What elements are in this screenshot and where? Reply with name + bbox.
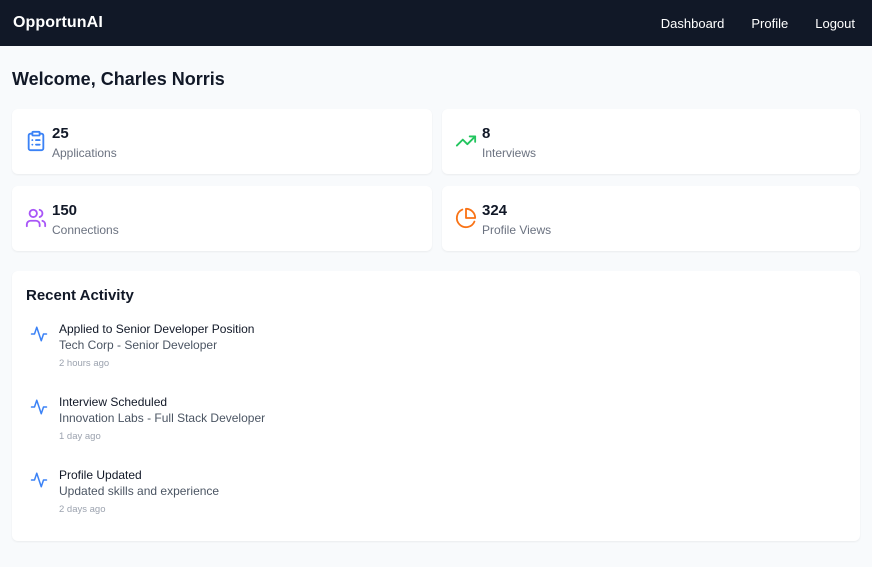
trending-up-icon	[455, 130, 477, 152]
activity-time: 2 hours ago	[59, 358, 110, 369]
welcome-heading: Welcome, Charles Norris	[12, 69, 225, 89]
activity-time: 2 days ago	[59, 504, 106, 515]
dashboard-main: Welcome, Charles Norris 25 Applications	[0, 68, 872, 541]
users-icon	[25, 207, 47, 229]
stats-grid: 25 Applications 8 Interviews 150 Connect…	[12, 109, 860, 251]
nav-links: Dashboard Profile Logout	[661, 16, 855, 31]
stat-label: Connections	[52, 223, 119, 237]
activity-title: Interview Scheduled	[59, 395, 168, 409]
stat-value: 150	[52, 202, 78, 219]
activity-icon	[30, 398, 48, 416]
brand-logo[interactable]: OpportunAI	[13, 14, 103, 32]
stat-label: Interviews	[482, 146, 537, 160]
stat-value: 25	[52, 125, 69, 142]
recent-activity-heading: Recent Activity	[26, 287, 134, 304]
nav-link-dashboard[interactable]: Dashboard	[661, 16, 725, 31]
clipboard-list-icon	[25, 130, 47, 152]
top-navbar: OpportunAI Dashboard Profile Logout	[0, 0, 872, 46]
recent-activity-panel: Recent Activity Applied to Senior Develo…	[12, 271, 860, 541]
activity-subtitle: Innovation Labs - Full Stack Developer	[59, 411, 266, 425]
activity-list: Applied to Senior Developer Position Tec…	[26, 322, 846, 541]
nav-link-logout[interactable]: Logout	[815, 16, 855, 31]
stat-card-connections: 150 Connections	[12, 186, 432, 251]
activity-icon	[30, 325, 48, 343]
nav-link-profile[interactable]: Profile	[751, 16, 788, 31]
activity-item: Profile Updated Updated skills and exper…	[26, 468, 846, 541]
activity-title: Applied to Senior Developer Position	[59, 322, 255, 336]
stat-label: Applications	[52, 146, 117, 160]
stat-value: 324	[482, 202, 508, 219]
activity-item: Interview Scheduled Innovation Labs - Fu…	[26, 395, 846, 468]
pie-chart-icon	[455, 207, 477, 229]
activity-subtitle: Updated skills and experience	[59, 484, 220, 498]
activity-subtitle: Tech Corp - Senior Developer	[59, 338, 218, 352]
stat-label: Profile Views	[482, 223, 552, 237]
stat-card-applications: 25 Applications	[12, 109, 432, 174]
activity-title: Profile Updated	[59, 468, 142, 482]
stat-value: 8	[482, 125, 491, 142]
activity-item: Applied to Senior Developer Position Tec…	[26, 322, 846, 395]
activity-time: 1 day ago	[59, 431, 101, 442]
activity-icon	[30, 471, 48, 489]
stat-card-profile-views: 324 Profile Views	[442, 186, 860, 251]
stat-card-interviews: 8 Interviews	[442, 109, 860, 174]
